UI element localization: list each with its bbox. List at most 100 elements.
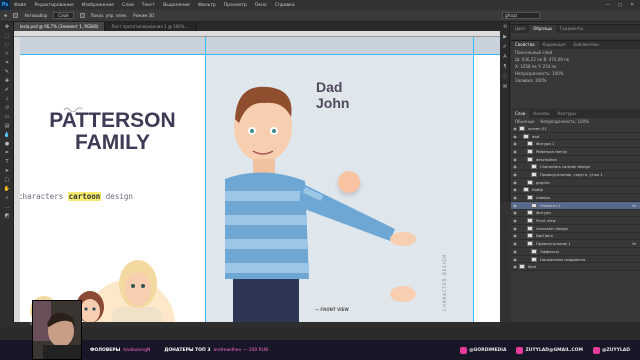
tab-gradients[interactable]: Градиенты: [556, 25, 587, 33]
layer-row[interactable]: ◉ Наложение градиента: [511, 256, 640, 264]
visibility-eye-icon[interactable]: ◉: [511, 218, 519, 223]
visibility-eye-icon[interactable]: ◉: [511, 149, 519, 154]
menu-item-image[interactable]: Изображение: [78, 3, 118, 8]
tab-properties[interactable]: Свойства: [511, 41, 539, 49]
gradient-icon[interactable]: ▤: [0, 121, 14, 130]
close-icon[interactable]: ✕: [630, 3, 634, 8]
minimize-icon[interactable]: —: [605, 3, 610, 8]
menu-item-filter[interactable]: Фильтр: [194, 3, 220, 8]
layer-row[interactable]: ◉ наверх: [511, 194, 640, 202]
eyedropper-icon[interactable]: ✎: [0, 67, 14, 76]
layer-row[interactable]: ◉ Patterson family: [511, 148, 640, 156]
visibility-eye-icon[interactable]: ◉: [511, 210, 519, 215]
layer-opacity-field[interactable]: Непрозрачность: 100%: [540, 118, 589, 125]
guide-vertical-1[interactable]: [205, 37, 206, 322]
tab-libraries[interactable]: Библиотеки: [570, 41, 603, 49]
color-swatches-icon[interactable]: ◩: [0, 211, 14, 220]
menu-item-select[interactable]: Выделение: [159, 3, 194, 8]
tab-prototype[interactable]: Лист прототипирования 1 @ 100% ...: [105, 22, 197, 31]
auto-select-dropdown[interactable]: Слой: [53, 12, 74, 19]
fx-icon[interactable]: fx: [632, 203, 636, 208]
prop-row-fill[interactable]: Заливка: 100%: [511, 77, 640, 84]
lasso-icon[interactable]: ◌: [0, 40, 14, 49]
layer-row[interactable]: ◉ Прямоугольник 1 fx: [511, 240, 640, 248]
tab-paths[interactable]: Контуры: [553, 110, 579, 118]
layer-row[interactable]: ◉ screen 01: [511, 125, 640, 133]
menu-item-layers[interactable]: Слои: [118, 3, 138, 8]
stamp-icon[interactable]: ⊥: [0, 94, 14, 103]
layer-row[interactable]: ◉ dad: [511, 133, 640, 141]
layer-row[interactable]: ◉ Кайф: [511, 187, 640, 195]
layer-row[interactable]: ◉ Эффекты: [511, 248, 640, 256]
visibility-eye-icon[interactable]: ◉: [511, 172, 519, 177]
layer-row[interactable]: ◉ description: [511, 156, 640, 164]
history-brush-icon[interactable]: ↺: [0, 103, 14, 112]
tab-channels[interactable]: Каналы: [529, 110, 553, 118]
eraser-icon[interactable]: ▭: [0, 112, 14, 121]
menu-item-type[interactable]: Текст: [138, 3, 159, 8]
hand-icon[interactable]: ✋: [0, 184, 14, 193]
menu-item-view[interactable]: Просмотр: [220, 3, 251, 8]
visibility-eye-icon[interactable]: ◉: [511, 157, 519, 162]
fx-icon[interactable]: fx: [632, 241, 636, 246]
dodge-icon[interactable]: ●: [0, 139, 14, 148]
menu-item-edit[interactable]: Редактирование: [30, 3, 77, 8]
menu-item-file[interactable]: Файл: [10, 3, 30, 8]
zoom-icon[interactable]: ⌕: [0, 193, 14, 202]
history-icon[interactable]: ⟲: [500, 22, 510, 32]
tab-color[interactable]: Цвет: [511, 25, 529, 33]
character-icon[interactable]: A: [500, 52, 510, 62]
layer-row[interactable]: ◉ Прямоугольник, скругл. углы 1: [511, 171, 640, 179]
glyphs-icon[interactable]: ⌘: [500, 82, 510, 92]
maximize-icon[interactable]: ▢: [618, 3, 622, 8]
prop-row-opacity[interactable]: Непрозрачность: 100%: [511, 70, 640, 77]
healing-icon[interactable]: ✚: [0, 76, 14, 85]
brush-settings-icon[interactable]: ✐: [500, 42, 510, 52]
tab-swatches[interactable]: Образцы: [529, 25, 556, 33]
visibility-eye-icon[interactable]: ◉: [511, 187, 519, 192]
layer-row[interactable]: ◉ Dad John: [511, 233, 640, 241]
menu-item-window[interactable]: Окно: [251, 3, 271, 8]
auto-select-checkbox[interactable]: [13, 13, 19, 18]
more-tools-icon[interactable]: …: [0, 202, 14, 211]
layer-row[interactable]: ◉ Элемент 1 fx: [511, 201, 640, 210]
layer-row[interactable]: ◉ Фигура: [511, 210, 640, 218]
shape-icon[interactable]: ▢: [0, 175, 14, 184]
visibility-eye-icon[interactable]: ◉: [511, 126, 519, 131]
transform-checkbox[interactable]: [79, 13, 85, 18]
visibility-eye-icon[interactable]: ◉: [511, 203, 519, 208]
guide-horizontal[interactable]: [20, 54, 500, 55]
info-icon[interactable]: ⓘ: [500, 72, 510, 82]
crop-icon[interactable]: ⌗: [0, 58, 14, 67]
visibility-eye-icon[interactable]: ◉: [511, 226, 519, 231]
visibility-eye-icon[interactable]: ◉: [511, 257, 519, 262]
document-canvas[interactable]: PATTERSON FAMILY characters cartoon desi…: [20, 37, 500, 322]
layer-row[interactable]: ◉ graphic: [511, 179, 640, 187]
move-icon[interactable]: ✥: [0, 22, 14, 31]
tab-adjustments[interactable]: Коррекция: [539, 41, 570, 49]
visibility-eye-icon[interactable]: ◉: [511, 241, 519, 246]
prop-row-position[interactable]: X: 1058 пк Y: 254 пк: [511, 63, 640, 70]
layer-row[interactable]: ◉ Фигура 1: [511, 140, 640, 149]
guide-vertical-2[interactable]: [473, 37, 474, 322]
visibility-eye-icon[interactable]: ◉: [511, 180, 519, 185]
magic-wand-icon[interactable]: ✧: [0, 49, 14, 58]
blur-icon[interactable]: 💧: [0, 130, 14, 139]
paragraph-icon[interactable]: ¶: [500, 62, 510, 72]
mode-3d-label[interactable]: Режим 3D: [133, 13, 154, 18]
visibility-eye-icon[interactable]: ◉: [511, 264, 519, 269]
visibility-eye-icon[interactable]: ◉: [511, 233, 519, 238]
visibility-eye-icon[interactable]: ◉: [511, 134, 519, 139]
prop-row-size[interactable]: Ш: 636,22 пк В: 474,09 пк: [511, 56, 640, 63]
visibility-eye-icon[interactable]: ◉: [511, 249, 519, 254]
path-select-icon[interactable]: ➤: [0, 166, 14, 175]
visibility-eye-icon[interactable]: ◉: [511, 195, 519, 200]
search-input[interactable]: gfrozz: [502, 12, 540, 19]
layer-row[interactable]: ◉ Characters cartoon design: [511, 163, 640, 172]
pen-icon[interactable]: ✒: [0, 148, 14, 157]
layer-row[interactable]: ◉ character design: [511, 225, 640, 233]
visibility-eye-icon[interactable]: ◉: [511, 164, 519, 169]
tab-layers[interactable]: Слои: [511, 110, 530, 118]
layer-row[interactable]: ◉ Front view: [511, 217, 640, 225]
menu-item-help[interactable]: Справка: [271, 3, 299, 8]
